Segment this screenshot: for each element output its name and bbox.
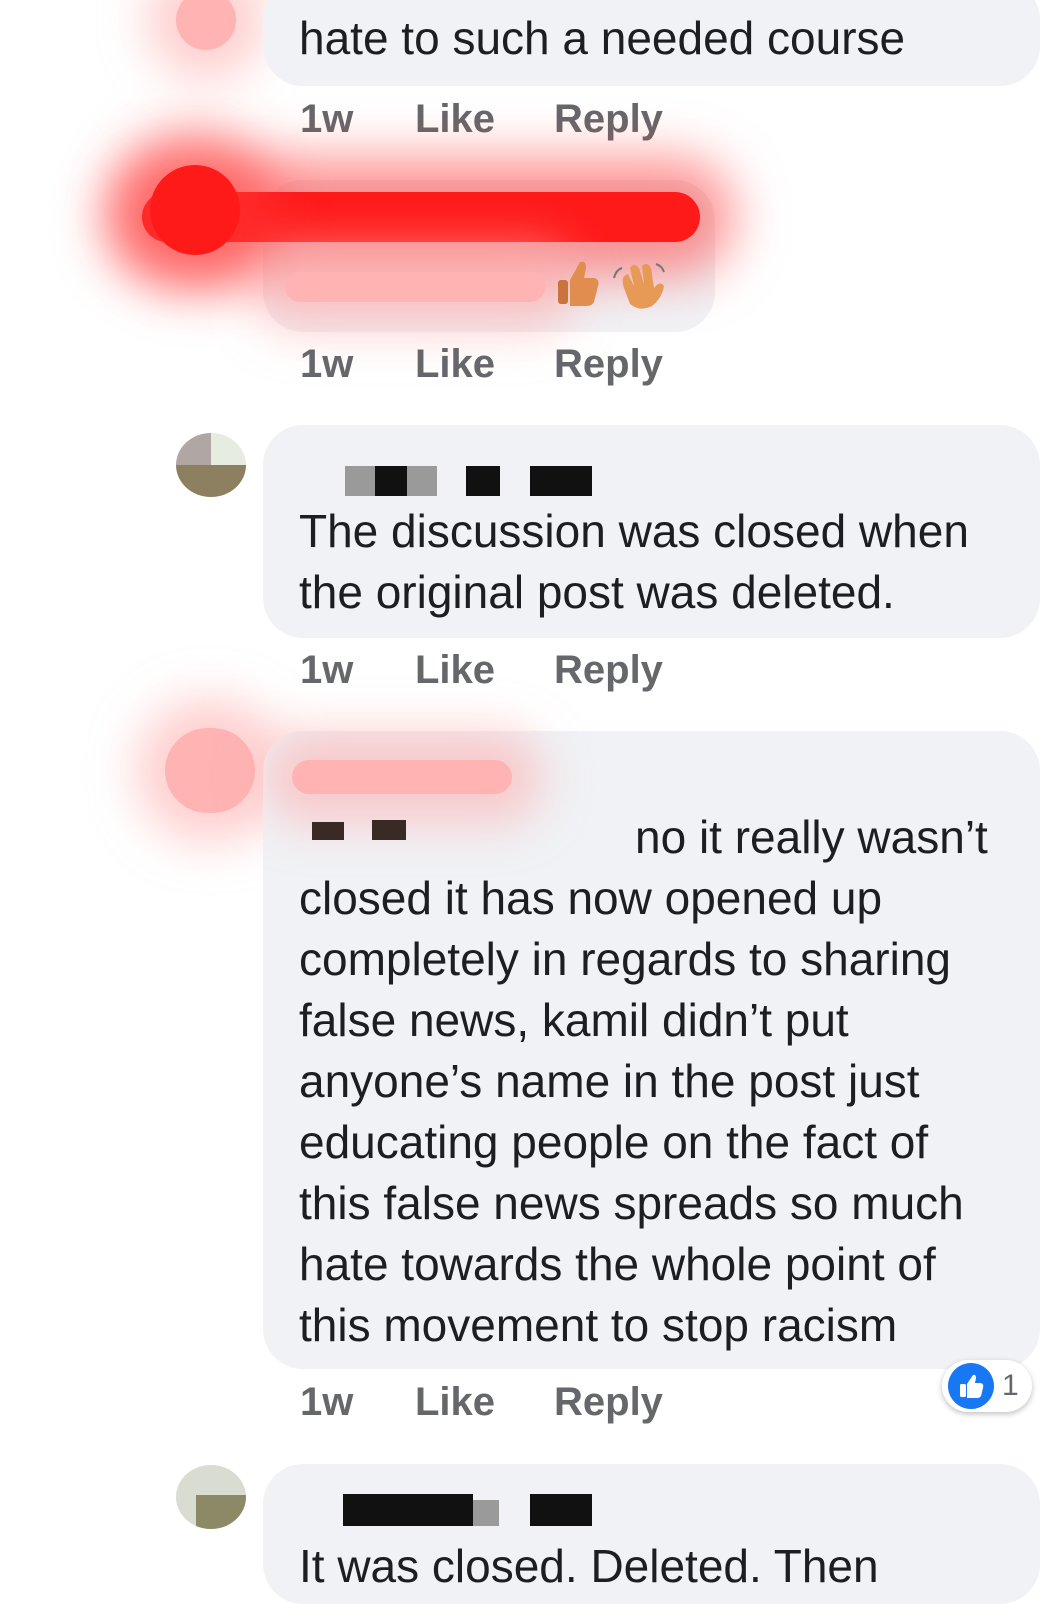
waving-hand-icon [612,258,666,312]
like-button[interactable]: Like [415,1380,554,1425]
reaction-count: 1 [1002,1369,1019,1402]
blurred-avatar [165,728,255,813]
comment-text: hate to such a needed course [299,12,906,64]
comment-text-line: false news, kamil didn’t put [299,994,849,1046]
avatar[interactable] [176,433,246,497]
comment-actions: 1w Like Reply [300,341,663,387]
comment-text-line: hate towards the whole point of [299,1238,936,1290]
comment-text-line: closed it has now opened up [299,872,883,924]
comment-text-line: this false news spreads so much [299,1177,964,1229]
comment-text-line: the original post was deleted. [299,566,895,618]
like-button[interactable]: Like [415,648,554,693]
reply-button[interactable]: Reply [554,648,663,693]
comment-text-line: The discussion was closed when [299,505,969,557]
comment-text-line: educating people on the fact of [299,1116,929,1168]
timestamp: 1w [300,1379,354,1424]
blurred-name [292,760,512,794]
reply-button[interactable]: Reply [554,1380,663,1425]
thumbs-up-icon [556,258,600,308]
comment-bubble: It was closed. Deleted. Then [263,1464,1040,1604]
comment-actions: 1w Like Reply [300,96,663,142]
like-reaction-icon [948,1363,994,1409]
blurred-avatar [176,0,236,50]
red-redaction-scribble [150,165,240,255]
comment-text-line: this movement to stop racism [299,1299,898,1351]
comment-text: It was closed. Deleted. Then [299,1540,879,1592]
reply-button[interactable]: Reply [554,342,663,387]
comment-bubble: hate to such a needed course [263,0,1040,86]
blurred-name [285,272,545,302]
reaction-badge[interactable]: 1 [942,1360,1032,1412]
like-button[interactable]: Like [415,342,554,387]
timestamp: 1w [300,647,354,692]
comment-actions: 1w Like Reply [300,1379,663,1425]
like-button[interactable]: Like [415,97,554,142]
avatar[interactable] [176,1465,246,1529]
comment-actions: 1w Like Reply [300,647,663,693]
comment-text-line: anyone’s name in the post just [299,1055,920,1107]
comment-bubble: The discussion was closed when the origi… [263,425,1040,638]
comment-text-line: completely in regards to sharing [299,933,951,985]
reply-button[interactable]: Reply [554,97,663,142]
timestamp: 1w [300,96,354,141]
timestamp: 1w [300,341,354,386]
